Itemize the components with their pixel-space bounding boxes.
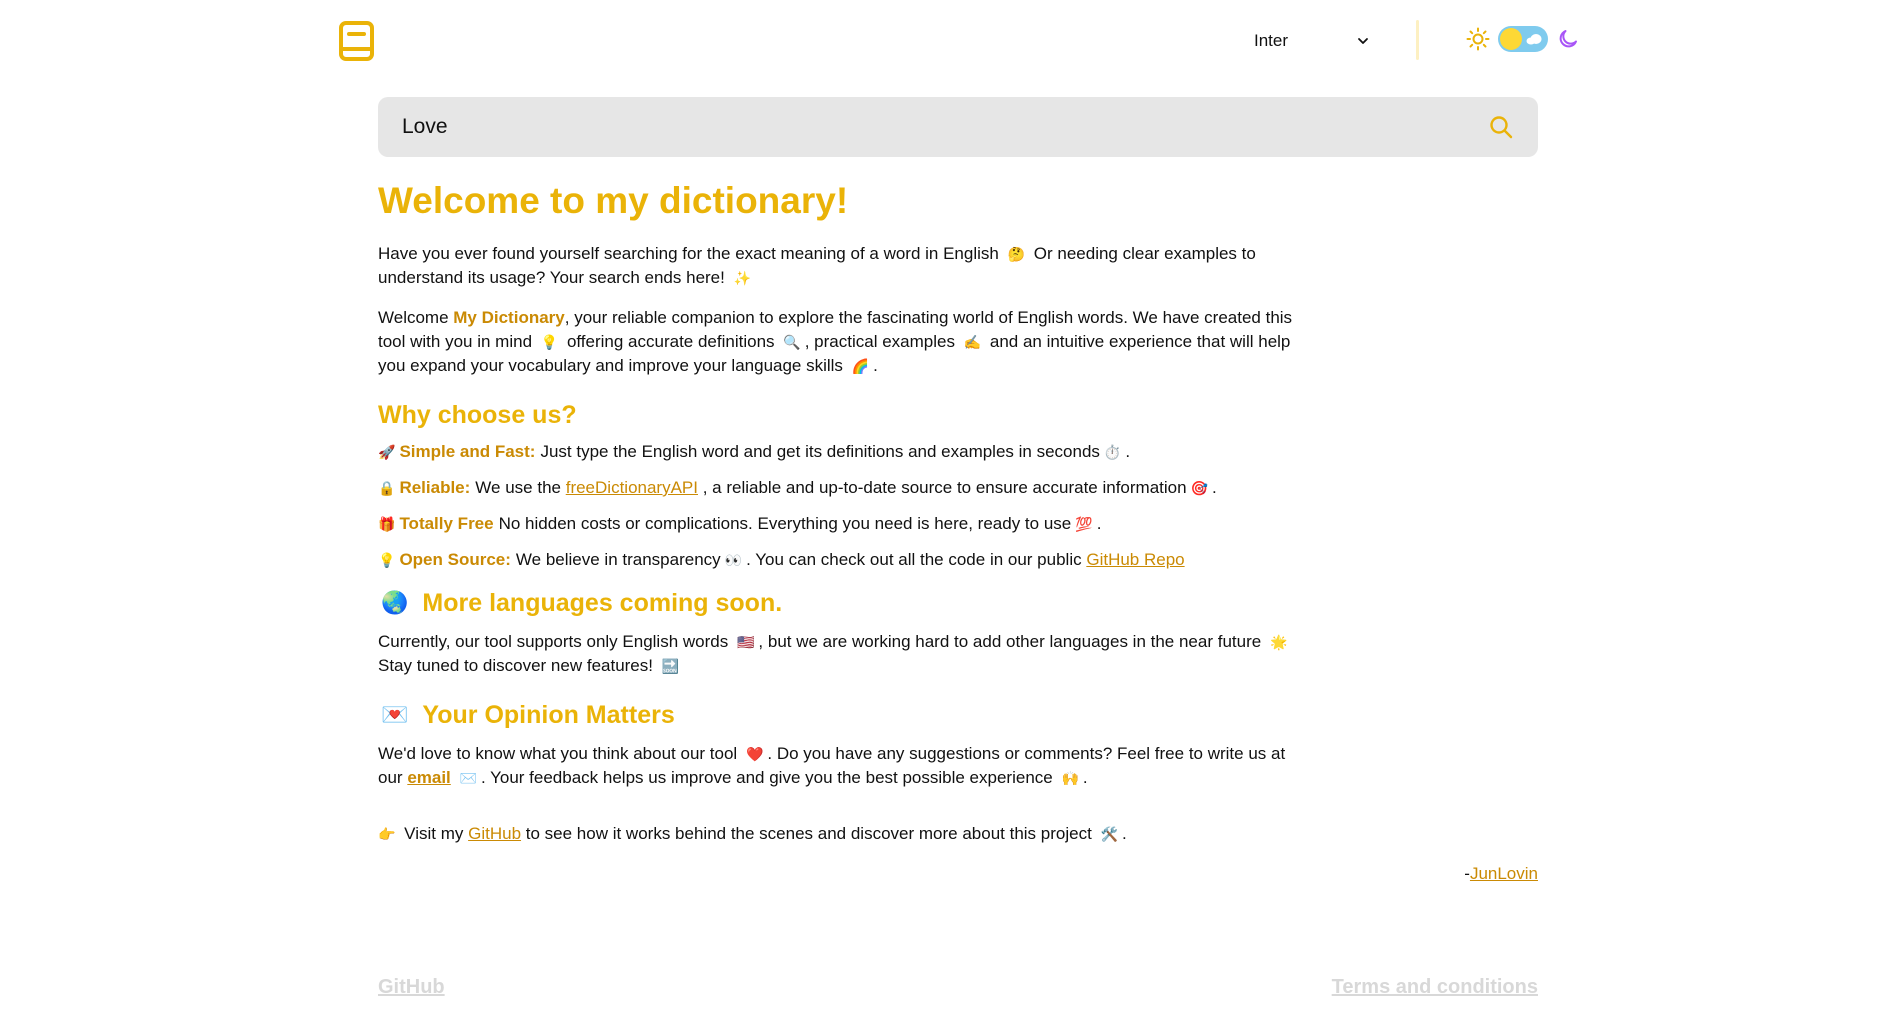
languages-paragraph: Currently, our tool supports only Englis… bbox=[378, 630, 1298, 678]
search-bar bbox=[378, 96, 1538, 158]
languages-heading: 🌏 More languages coming soon. bbox=[378, 586, 1298, 620]
thinking-emoji: 🤔 bbox=[1007, 246, 1026, 262]
reason-text-b: . You can check out all the code in our … bbox=[746, 550, 1082, 569]
reason-label: Reliable: bbox=[399, 478, 471, 497]
signature: -JunLovin bbox=[378, 864, 1538, 884]
bulb-emoji: 💡 bbox=[378, 552, 396, 568]
theme-switcher bbox=[1466, 26, 1580, 52]
moon-icon bbox=[1559, 30, 1577, 48]
opinion-end: . bbox=[1082, 768, 1088, 787]
reason-end: . bbox=[1212, 478, 1217, 497]
logo-book-icon[interactable] bbox=[338, 20, 376, 62]
raised-hands-emoji: 🙌 bbox=[1061, 770, 1079, 786]
font-select[interactable]: Inter bbox=[1254, 26, 1370, 56]
gift-emoji: 🎁 bbox=[378, 516, 396, 532]
main-content: Welcome to my dictionary! Have you ever … bbox=[378, 176, 1298, 846]
languages-text-c: Stay tuned to discover new features! bbox=[378, 656, 653, 675]
languages-text-b: , but we are working hard to add other l… bbox=[758, 632, 1262, 651]
intro-paragraph: Have you ever found yourself searching f… bbox=[378, 242, 1298, 290]
opinion-text-a: We'd love to know what you think about o… bbox=[378, 744, 738, 763]
opinion-heading: 💌 Your Opinion Matters bbox=[378, 698, 1298, 732]
why-title: Why choose us? bbox=[378, 401, 577, 429]
search-icon[interactable] bbox=[1488, 114, 1514, 140]
star-emoji: 🌟 bbox=[1269, 634, 1288, 650]
font-select-value: Inter bbox=[1254, 31, 1289, 50]
chevron-down-icon bbox=[1358, 38, 1368, 44]
bulb-emoji: 💡 bbox=[540, 334, 559, 350]
welcome-text-4: , practical examples bbox=[804, 332, 955, 351]
reason-end: . bbox=[1125, 442, 1131, 461]
reason-open-source: 💡 Open Source: We believe in transparenc… bbox=[378, 548, 1298, 572]
envelope-emoji: ✉️ bbox=[459, 770, 477, 786]
cloud-icon bbox=[1526, 34, 1542, 45]
opinion-title: Your Opinion Matters bbox=[422, 701, 675, 729]
reasons-list: 🚀 Simple and Fast: Just type the English… bbox=[378, 440, 1298, 572]
sparkles-emoji: ✨ bbox=[733, 270, 752, 286]
heart-emoji: ❤️ bbox=[745, 746, 764, 762]
welcome-text-6: . bbox=[873, 356, 878, 375]
us-flag-emoji: 🇺🇸 bbox=[736, 634, 755, 650]
free-dictionary-api-link[interactable]: freeDictionaryAPI bbox=[566, 476, 698, 500]
love-letter-emoji: 💌 bbox=[381, 702, 409, 727]
opinion-text-c: . Your feedback helps us improve and giv… bbox=[480, 768, 1053, 787]
toggle-knob bbox=[1500, 28, 1522, 50]
rocket-emoji: 🚀 bbox=[378, 444, 396, 460]
brand-name: My Dictionary bbox=[453, 308, 565, 327]
opinion-paragraph: We'd love to know what you think about o… bbox=[378, 742, 1298, 790]
target-emoji: 🎯 bbox=[1190, 480, 1209, 496]
lock-emoji: 🔒 bbox=[378, 480, 396, 496]
reason-label: Simple and Fast: bbox=[399, 442, 536, 461]
soon-emoji: 🔜 bbox=[661, 658, 680, 674]
tools-emoji: 🛠️ bbox=[1100, 826, 1118, 842]
book-icon bbox=[339, 21, 374, 61]
welcome-text-3: offering accurate definitions bbox=[566, 332, 775, 351]
sun-icon bbox=[1466, 27, 1490, 51]
intro-text-a: Have you ever found yourself searching f… bbox=[378, 244, 999, 263]
email-link[interactable]: email bbox=[407, 768, 450, 787]
search-input[interactable] bbox=[378, 96, 1488, 158]
reason-label: Open Source: bbox=[399, 550, 511, 569]
reason-free: 🎁 Totally Free No hidden costs or compli… bbox=[378, 512, 1298, 536]
footer-terms-link[interactable]: Terms and conditions bbox=[1332, 976, 1538, 999]
reason-text-a: We use the bbox=[475, 478, 561, 497]
stopwatch-emoji: ⏱️ bbox=[1103, 444, 1122, 460]
visit-text-a: Visit my bbox=[404, 824, 464, 843]
reason-end: . bbox=[1096, 514, 1102, 533]
github-repo-link[interactable]: GitHub Repo bbox=[1086, 548, 1184, 572]
reason-simple: 🚀 Simple and Fast: Just type the English… bbox=[378, 440, 1298, 464]
languages-title: More languages coming soon. bbox=[422, 589, 783, 617]
reason-text-b: , a reliable and up-to-date source to en… bbox=[702, 478, 1187, 497]
page-title: Welcome to my dictionary! bbox=[378, 180, 849, 221]
welcome-paragraph: Welcome My Dictionary, your reliable com… bbox=[378, 306, 1298, 378]
visit-end: . bbox=[1121, 824, 1127, 843]
reason-text: Just type the English word and get its d… bbox=[540, 442, 1100, 461]
github-link[interactable]: GitHub bbox=[468, 824, 521, 843]
hundred-emoji: 💯 bbox=[1075, 516, 1093, 532]
reason-reliable: 🔒 Reliable: We use the freeDictionaryAPI… bbox=[378, 476, 1298, 500]
writing-emoji: ✍️ bbox=[963, 334, 982, 350]
header-divider bbox=[1416, 20, 1419, 60]
theme-toggle[interactable] bbox=[1498, 26, 1548, 52]
visit-paragraph: 👉 Visit my GitHub to see how it works be… bbox=[378, 822, 1298, 846]
reason-label: Totally Free bbox=[399, 514, 494, 533]
footer-github-link[interactable]: GitHub bbox=[378, 976, 445, 999]
magnifier-emoji: 🔍 bbox=[783, 334, 801, 350]
eyes-emoji: 👀 bbox=[724, 552, 743, 568]
rainbow-emoji: 🌈 bbox=[851, 358, 870, 374]
reason-text-a: We believe in transparency bbox=[515, 550, 721, 569]
visit-text-b: to see how it works behind the scenes an… bbox=[525, 824, 1092, 843]
globe-emoji: 🌏 bbox=[381, 590, 409, 615]
welcome-text-1: Welcome bbox=[378, 308, 454, 327]
pointing-emoji: 👉 bbox=[378, 826, 396, 842]
languages-text-a: Currently, our tool supports only Englis… bbox=[378, 632, 729, 651]
author-link[interactable]: JunLovin bbox=[1470, 864, 1538, 883]
reason-text: No hidden costs or complications. Everyt… bbox=[498, 514, 1072, 533]
